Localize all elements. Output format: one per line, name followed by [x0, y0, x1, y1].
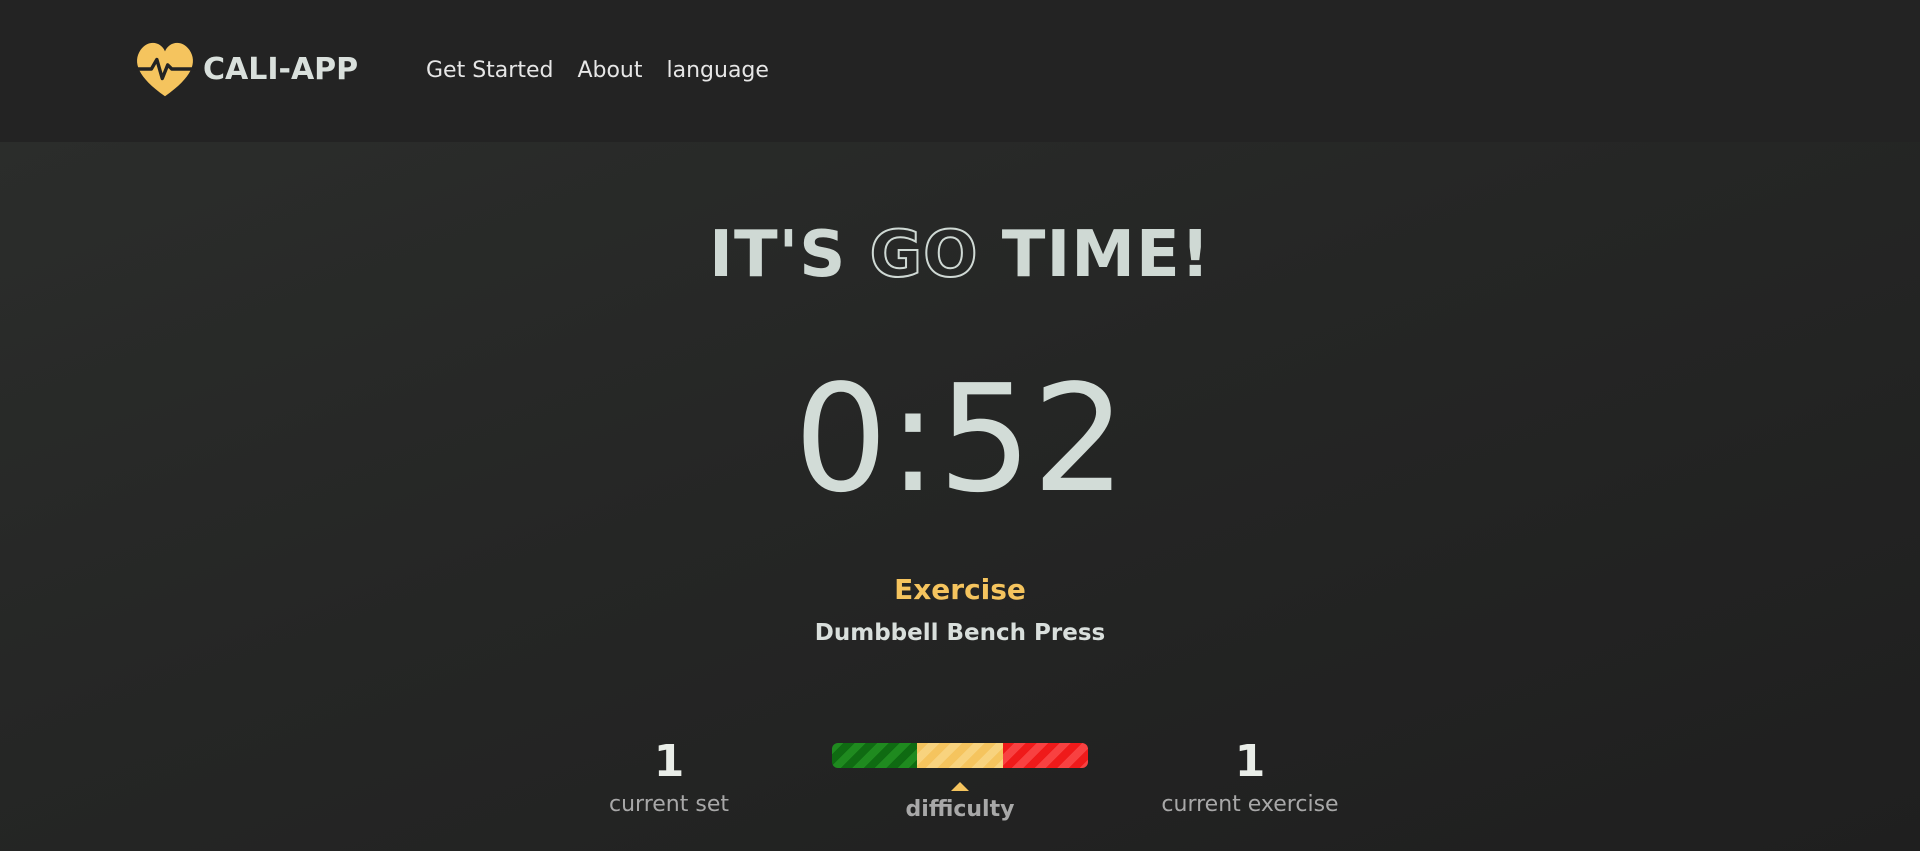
current-set-value: 1 — [653, 736, 685, 787]
difficulty-easy-segment — [832, 743, 918, 768]
page-headline: IT'S GO TIME! — [0, 217, 1920, 293]
headline-outlined-word: GO — [869, 217, 979, 293]
current-exercise-stat: 1 current exercise — [1100, 736, 1400, 817]
countdown-timer: 0:52 — [793, 353, 1127, 525]
nav-link-about[interactable]: About — [577, 58, 642, 83]
difficulty-label: difficulty — [905, 797, 1015, 822]
current-set-stat: 1 current set — [519, 736, 819, 817]
current-exercise-label: current exercise — [1161, 792, 1339, 817]
difficulty-pointer-icon — [951, 782, 969, 791]
current-exercise-value: 1 — [1234, 736, 1266, 787]
nav-link-get-started[interactable]: Get Started — [426, 58, 553, 83]
navbar: CALI-APP Get Started About language — [0, 0, 1920, 142]
difficulty-hard-segment — [1002, 743, 1088, 768]
nav-menu: Get Started About language — [426, 58, 769, 83]
brand-name: CALI-APP — [203, 51, 359, 87]
heart-pulse-icon — [133, 42, 197, 97]
exercise-label: Exercise — [894, 573, 1026, 606]
exercise-name: Dumbbell Bench Press — [814, 620, 1106, 646]
difficulty-bar — [832, 743, 1088, 768]
nav-link-language[interactable]: language — [667, 58, 769, 83]
brand-logo[interactable]: CALI-APP — [131, 35, 358, 103]
difficulty-medium-segment — [917, 743, 1003, 768]
headline-part-2: TIME! — [978, 218, 1211, 292]
headline-part-1: IT'S — [709, 218, 870, 292]
difficulty-indicator: difficulty — [832, 743, 1088, 822]
current-set-label: current set — [609, 792, 729, 817]
